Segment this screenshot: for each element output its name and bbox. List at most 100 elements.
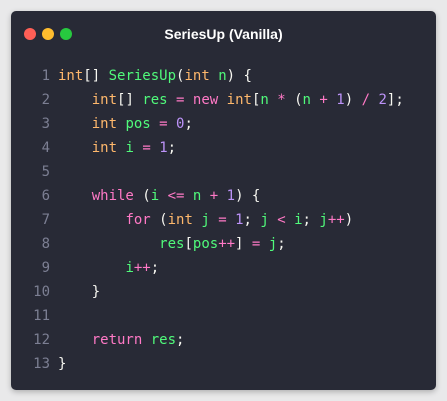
code-text: }: [58, 352, 66, 376]
code-token: ) {: [235, 188, 261, 204]
code-token: ]: [235, 236, 252, 252]
code-line: 13}: [11, 352, 436, 376]
code-token: <=: [159, 188, 193, 204]
code-token: i: [150, 188, 160, 204]
code-token: 2: [378, 92, 387, 108]
code-text: }: [58, 280, 100, 304]
code-token: j: [268, 236, 278, 252]
code-text: for (int j = 1; j < i; j++): [58, 208, 353, 232]
code-text: return res;: [58, 328, 185, 352]
line-number: 13: [33, 356, 50, 372]
line-number: 11: [33, 308, 50, 324]
code-token: pos: [125, 116, 151, 132]
code-token: ;: [302, 212, 320, 228]
code-token: ++: [133, 260, 151, 276]
code-token: int: [91, 92, 118, 108]
code-token: res: [142, 92, 168, 108]
code-token: while: [91, 188, 134, 204]
code-text: while (i <= n + 1) {: [58, 184, 261, 208]
code-token: ;: [150, 260, 160, 276]
code-token: 1: [235, 212, 244, 228]
code-token: n: [218, 68, 227, 84]
code-token: ;: [167, 140, 177, 156]
code-token: for: [125, 212, 151, 228]
code-token: ;: [184, 116, 193, 132]
code-line: 2 int[] res = new int[n * (n + 1) / 2];: [11, 88, 436, 112]
line-number: 6: [41, 188, 50, 204]
code-token: SeriesUp: [108, 68, 177, 84]
code-token: n: [260, 92, 269, 108]
code-window: SeriesUp (Vanilla) 1 int[] SeriesUp(int n…: [11, 11, 436, 390]
code-token: int: [167, 212, 193, 228]
code-token: ];: [386, 92, 404, 108]
code-token: }: [58, 284, 101, 300]
code-token: ;: [277, 236, 286, 252]
code-token: []: [117, 92, 143, 108]
code-token: int: [91, 140, 118, 156]
code-editor[interactable]: 1 int[] SeriesUp(int n) {2 int[] res = ne…: [11, 64, 436, 376]
code-token: (: [133, 188, 151, 204]
code-line: 12 return res;: [11, 328, 436, 352]
code-token: /: [361, 92, 371, 108]
line-number: 2: [41, 92, 50, 108]
code-token: }: [58, 356, 67, 372]
code-token: =: [209, 212, 236, 228]
code-token: ): [344, 92, 362, 108]
line-number: 9: [41, 260, 50, 276]
code-line: 4 int i = 1;: [11, 136, 436, 160]
code-line: 1 int[] SeriesUp(int n) {: [11, 64, 436, 88]
code-token: [: [184, 236, 193, 252]
code-token: *: [268, 92, 295, 108]
code-token: int: [226, 92, 252, 108]
code-token: ++: [218, 236, 236, 252]
code-token: ;: [243, 212, 261, 228]
code-text: int[] SeriesUp(int n) {: [58, 64, 252, 88]
code-text: int pos = 0;: [58, 112, 193, 136]
code-token: int: [91, 116, 118, 132]
code-line: 9 i++;: [11, 256, 436, 280]
window-title: SeriesUp (Vanilla): [164, 26, 283, 42]
code-token: (: [294, 92, 303, 108]
code-line: 3 int pos = 0;: [11, 112, 436, 136]
code-token: j: [201, 212, 210, 228]
code-token: =: [167, 92, 193, 108]
code-text: res[pos++] = j;: [58, 232, 286, 256]
code-token: i: [125, 140, 134, 156]
code-token: j: [319, 212, 328, 228]
code-token: ;: [176, 332, 185, 348]
line-number: 7: [41, 212, 50, 228]
code-token: n: [302, 92, 311, 108]
code-token: =: [150, 116, 177, 132]
code-line: 5: [11, 160, 436, 184]
code-token: <: [268, 212, 295, 228]
code-token: pos: [192, 236, 219, 252]
code-token: ): [344, 212, 354, 228]
code-token: res: [159, 236, 185, 252]
code-line: 11: [11, 304, 436, 328]
code-token: +: [201, 188, 227, 204]
code-token: 1: [336, 92, 345, 108]
code-token: 1: [226, 188, 236, 204]
line-number: 10: [33, 284, 50, 300]
code-line: 10 }: [11, 280, 436, 304]
line-number: 12: [33, 332, 50, 348]
code-token: []: [83, 68, 109, 84]
code-text: int i = 1;: [58, 136, 176, 160]
code-token: new: [192, 92, 219, 108]
code-line: 7 for (int j = 1; j < i; j++): [11, 208, 436, 232]
code-token: 1: [159, 140, 168, 156]
line-number: 1: [41, 68, 50, 84]
code-token: i: [125, 260, 134, 276]
code-token: i: [294, 212, 303, 228]
line-number: 8: [41, 236, 50, 252]
